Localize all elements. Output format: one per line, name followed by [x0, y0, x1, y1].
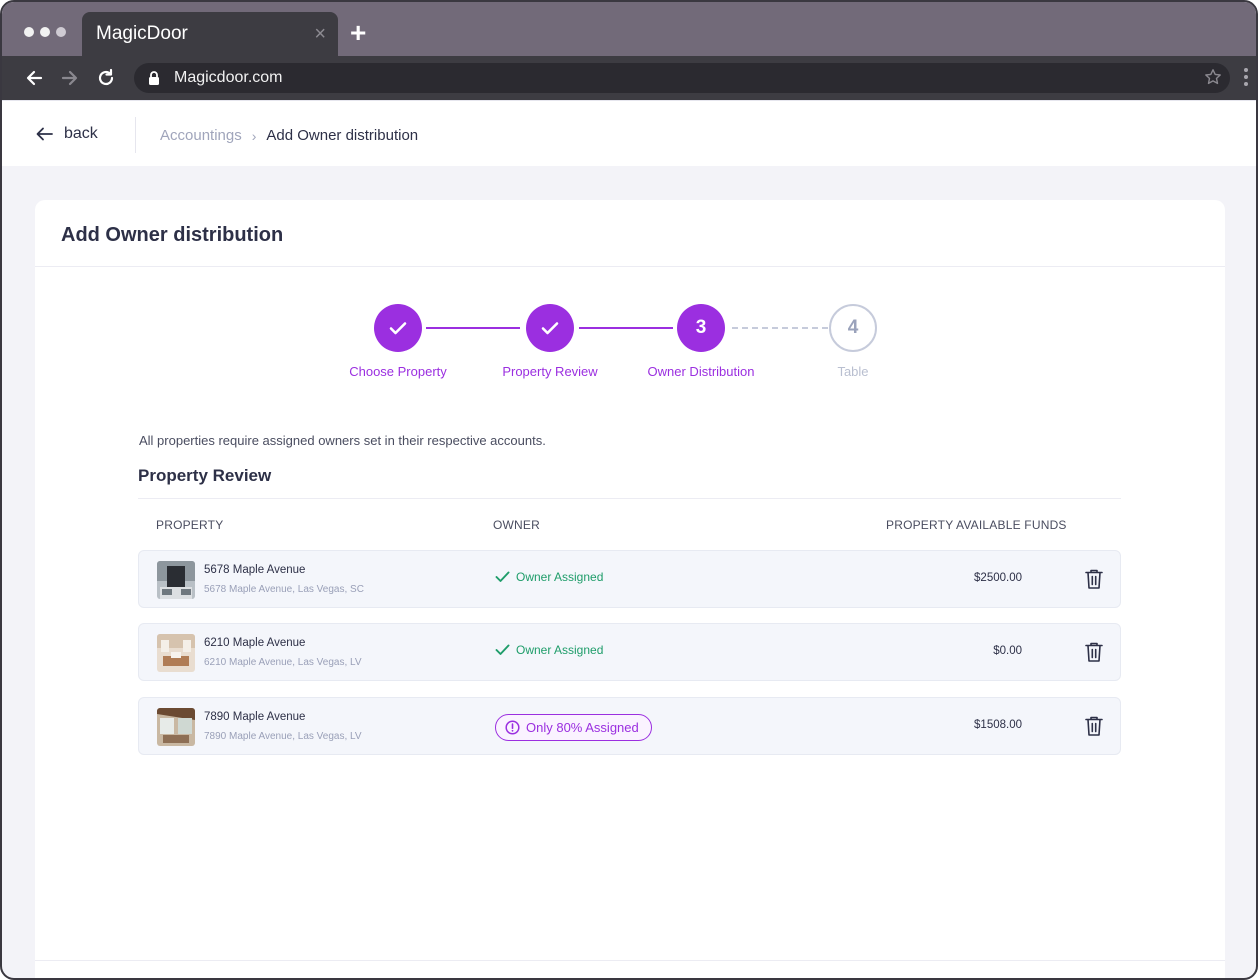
check-icon: [495, 571, 510, 582]
browser-tabstrip: MagicDoor × +: [2, 2, 1256, 56]
maximize-window-dot[interactable]: [56, 27, 66, 37]
footer-divider: [35, 960, 1225, 961]
trash-icon[interactable]: [1084, 641, 1104, 663]
property-name: 6210 Maple Avenue: [204, 637, 306, 649]
property-thumbnail: [157, 561, 195, 599]
step-table[interactable]: 4 Table: [788, 304, 918, 379]
check-icon: [389, 322, 407, 335]
property-address: 7890 Maple Avenue, Las Vegas, LV: [204, 731, 362, 742]
browser-window: MagicDoor × + Magicdoor.com back Account…: [0, 0, 1258, 980]
step-3-circle: 3: [677, 304, 725, 352]
browser-tab[interactable]: MagicDoor ×: [82, 12, 338, 56]
step-2-circle: [526, 304, 574, 352]
alert-circle-icon: [505, 720, 520, 735]
step-4-circle: 4: [829, 304, 877, 352]
available-funds: $1508.00: [974, 719, 1022, 731]
browser-menu-icon[interactable]: [1244, 68, 1248, 89]
table-row[interactable]: 7890 Maple Avenue 7890 Maple Avenue, Las…: [138, 697, 1121, 755]
page-title: Add Owner distribution: [61, 224, 284, 246]
property-thumbnail: [157, 634, 195, 672]
tab-close-icon[interactable]: ×: [314, 24, 326, 44]
header-divider: [135, 117, 136, 153]
browser-forward-icon[interactable]: [58, 67, 80, 89]
breadcrumb-current: Add Owner distribution: [266, 127, 419, 144]
table-row[interactable]: 6210 Maple Avenue 6210 Maple Avenue, Las…: [138, 623, 1121, 681]
available-funds: $0.00: [993, 645, 1022, 657]
property-address: 6210 Maple Avenue, Las Vegas, LV: [204, 657, 362, 668]
check-icon: [495, 644, 510, 655]
arrow-left-icon: [36, 127, 53, 141]
lock-icon: [149, 71, 159, 85]
app-header: back Accountings › Add Owner distributio…: [2, 100, 1256, 166]
minimize-window-dot[interactable]: [40, 27, 50, 37]
column-header-property: PROPERTY: [156, 518, 224, 532]
breadcrumb: Accountings › Add Owner distribution: [160, 127, 418, 144]
section-divider: [138, 498, 1121, 499]
owner-status-badge: Owner Assigned: [495, 643, 603, 657]
breadcrumb-accountings-link[interactable]: Accountings: [160, 127, 242, 144]
step-choose-property[interactable]: Choose Property: [333, 304, 463, 379]
url-text: Magicdoor.com: [174, 69, 283, 86]
tab-title: MagicDoor: [96, 23, 188, 44]
property-name: 7890 Maple Avenue: [204, 711, 306, 723]
step-property-review[interactable]: Property Review: [485, 304, 615, 379]
step-1-label: Choose Property: [349, 364, 447, 379]
back-label: back: [64, 125, 98, 142]
property-name: 5678 Maple Avenue: [204, 564, 306, 576]
bookmark-star-icon[interactable]: [1204, 68, 1222, 86]
column-header-owner: OWNER: [493, 518, 540, 532]
step-owner-distribution[interactable]: 3 Owner Distribution: [636, 304, 766, 379]
owner-status-warning-badge[interactable]: Only 80% Assigned: [495, 714, 652, 741]
section-title: Property Review: [138, 466, 272, 485]
column-header-funds: PROPERTY AVAILABLE FUNDS: [886, 518, 1067, 532]
property-thumbnail: [157, 708, 195, 746]
browser-toolbar: Magicdoor.com: [2, 56, 1256, 100]
back-button[interactable]: back: [36, 125, 98, 143]
owner-status-text: Owner Assigned: [516, 643, 604, 657]
new-tab-button[interactable]: +: [350, 19, 366, 47]
trash-icon[interactable]: [1084, 568, 1104, 590]
step-4-label: Table: [837, 364, 869, 379]
available-funds: $2500.00: [974, 572, 1022, 584]
browser-reload-icon[interactable]: [95, 67, 117, 89]
trash-icon[interactable]: [1084, 715, 1104, 737]
chevron-right-icon: ›: [251, 127, 257, 144]
main-card: Add Owner distribution Choose Property P…: [35, 200, 1225, 978]
table-row[interactable]: 5678 Maple Avenue 5678 Maple Avenue, Las…: [138, 550, 1121, 608]
close-window-dot[interactable]: [24, 27, 34, 37]
property-address: 5678 Maple Avenue, Las Vegas, SC: [204, 584, 364, 595]
step-2-label: Property Review: [502, 364, 598, 379]
step-1-circle: [374, 304, 422, 352]
step-3-label: Owner Distribution: [647, 364, 755, 379]
address-bar[interactable]: Magicdoor.com: [134, 63, 1230, 93]
title-divider: [35, 266, 1225, 267]
owner-status-text: Only 80% Assigned: [526, 720, 639, 735]
owner-status-badge: Owner Assigned: [495, 570, 603, 584]
check-icon: [541, 322, 559, 335]
owner-status-text: Owner Assigned: [516, 570, 604, 584]
requirement-note: All properties require assigned owners s…: [139, 433, 546, 448]
browser-back-icon[interactable]: [24, 67, 46, 89]
window-controls: [24, 27, 66, 37]
